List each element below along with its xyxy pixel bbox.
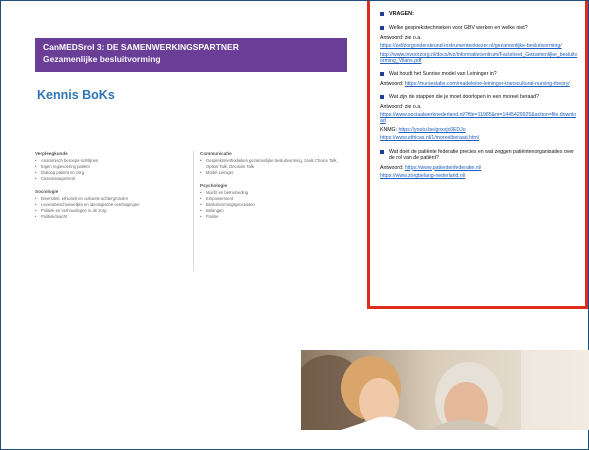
- slide: CanMEDSrol 3: DE SAMENWERKINGSPARTNER Ge…: [0, 0, 589, 450]
- nurse-patient-photo: [301, 350, 589, 430]
- answer-link[interactable]: https://youtu.be/goxvjx0EDJo: [398, 127, 465, 133]
- questions-panel: VRAGEN: Welke gesprekstechnieken voor GB…: [367, 1, 588, 309]
- question-3: Wat zijn de stappen die je moet doorlope…: [380, 94, 579, 100]
- question-text: Wat doet de patiënte federatie precies e…: [389, 148, 574, 162]
- left-column: Verpleegkunde Anatomisch beroeps-richtli…: [35, 151, 185, 227]
- answer-label: Antwoord:: [380, 80, 404, 87]
- list-item: Politiek/macht: [35, 214, 185, 220]
- section-list: Macht en beïnvloeding Empowerment Beslui…: [200, 190, 343, 220]
- answer-label: Antwoord: zie o.a.: [380, 34, 422, 41]
- list-item: Model Leiniger: [200, 170, 343, 176]
- canmeds-banner: CanMEDSrol 3: DE SAMENWERKINGSPARTNER Ge…: [35, 38, 347, 72]
- question-4: Wat doet de patiënte federatie precies e…: [380, 149, 579, 162]
- answer-link[interactable]: https://www.ethicas.nl/1/moreelberaad.ht…: [380, 135, 579, 141]
- answer-link[interactable]: https://www.sociaalwerknederland.nl/?fil…: [380, 112, 579, 125]
- section-heading: Psychologie: [200, 183, 228, 188]
- knowledge-columns: Verpleegkunde Anatomisch beroeps-richtli…: [35, 151, 353, 271]
- answer-link[interactable]: https://zelfzorgondersteund-instrumenten…: [380, 43, 579, 49]
- square-bullet-icon: [380, 95, 384, 100]
- section-heading: Sociologie: [35, 189, 59, 194]
- photo-illustration: [301, 350, 589, 430]
- section-list: Gespreksmethodieken gezamenlijke besluit…: [200, 158, 343, 176]
- banner-title: CanMEDSrol 3: DE SAMENWERKINGSPARTNER: [43, 42, 239, 52]
- banner-subtitle: Gezamenlijke besluitvorming: [43, 54, 161, 64]
- answer-label: Antwoord:: [380, 164, 404, 171]
- page-title: Kennis BoKs: [37, 88, 115, 102]
- answer-4: Antwoord: https://www.patientenfederatie…: [380, 165, 579, 180]
- section-heading: Verpleegkunde: [35, 151, 68, 156]
- square-bullet-icon: [380, 26, 384, 31]
- list-item: Gespreksmethodieken gezamenlijke besluit…: [200, 158, 343, 170]
- square-bullet-icon: [380, 12, 384, 17]
- answer-label: Antwoord: zie o.a.: [380, 103, 422, 110]
- answer-link[interactable]: https://www.patientenfederatie.nl/: [405, 165, 481, 171]
- right-column: Communicatie Gespreksmethodieken gezamen…: [193, 151, 343, 271]
- list-item: Positie: [200, 214, 343, 220]
- answer-1: Antwoord: zie o.a. https://zelfzorgonder…: [380, 35, 579, 65]
- questions-heading: VRAGEN:: [380, 11, 579, 17]
- knmg-label: KNMG:: [380, 126, 398, 133]
- list-item: Casemanagement: [35, 176, 185, 182]
- answer-3: Antwoord: zie o.a. https://www.sociaalwe…: [380, 104, 579, 142]
- answer-link[interactable]: https://www.zorgbelang-nederland.nl/: [380, 173, 579, 179]
- answer-link[interactable]: http://www.invoorzorg.nl/docs/ivz/inform…: [380, 52, 579, 65]
- section-heading: Communicatie: [200, 151, 232, 156]
- question-text: Welke gesprekstechnieken voor GBV werken…: [389, 25, 528, 32]
- answer-2: Antwoord: https://nurseslabs.com/madelei…: [380, 81, 579, 87]
- square-bullet-icon: [380, 149, 384, 154]
- question-text: Wat zijn de stappen die je moet doorlope…: [389, 94, 540, 101]
- question-1: Welke gesprekstechnieken voor GBV werken…: [380, 25, 579, 31]
- section-list: Diversiteit, ethiciteit en culturele ach…: [35, 196, 185, 220]
- section-list: Anatomisch beroeps-richtlijnen Eigen reg…: [35, 158, 185, 182]
- question-text: Wat houdt het Sunrise model van Leininge…: [389, 71, 497, 78]
- square-bullet-icon: [380, 72, 384, 77]
- knmg-line: KNMG: https://youtu.be/goxvjx0EDJo: [380, 127, 579, 133]
- questions-heading-text: VRAGEN:: [389, 11, 414, 17]
- question-2: Wat houdt het Sunrise model van Leininge…: [380, 71, 579, 77]
- answer-link[interactable]: https://nurseslabs.com/madeleine-leining…: [405, 81, 570, 87]
